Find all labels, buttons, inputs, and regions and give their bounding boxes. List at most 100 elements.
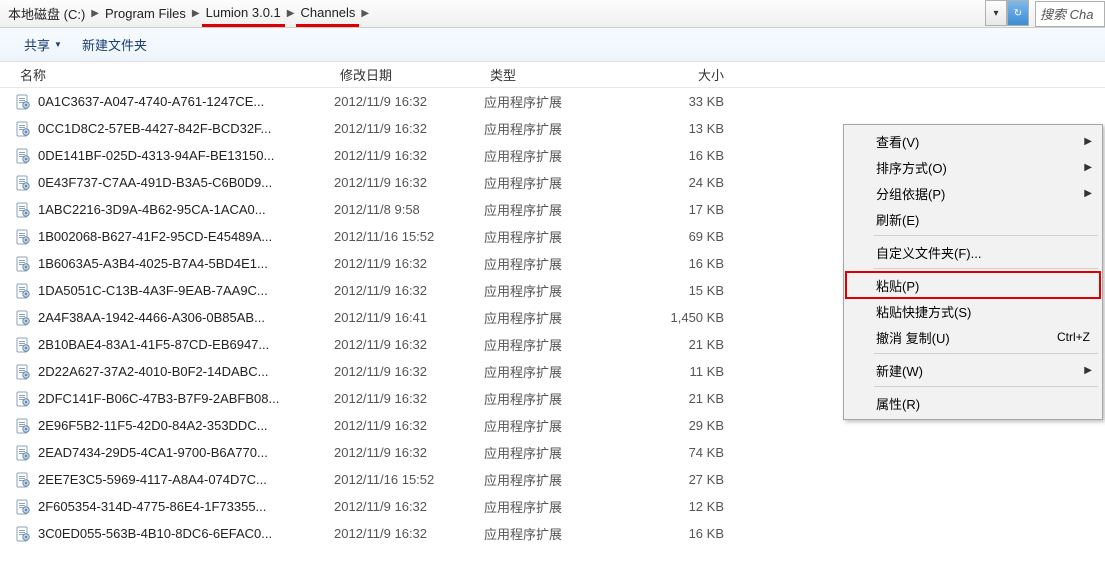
file-type: 应用程序扩展 — [484, 254, 624, 273]
file-name: 1B6063A5-A3B4-4025-B7A4-5BD4E1... — [38, 256, 334, 271]
share-label: 共享 — [24, 35, 50, 54]
file-type: 应用程序扩展 — [484, 173, 624, 192]
chevron-right-icon: ▶ — [1084, 188, 1092, 199]
chevron-right-icon[interactable]: ▶ — [89, 8, 101, 19]
chevron-right-icon[interactable]: ▶ — [190, 8, 202, 19]
new-folder-button[interactable]: 新建文件夹 — [72, 31, 157, 58]
file-type: 应用程序扩展 — [484, 389, 624, 408]
menu-group[interactable]: 分组依据(P) ▶ — [846, 180, 1100, 206]
table-row[interactable]: 3C0ED055-563B-4B10-8DC6-6EFAC0...2012/11… — [0, 520, 1105, 547]
file-icon — [14, 93, 32, 111]
file-icon — [14, 471, 32, 489]
breadcrumb[interactable]: 本地磁盘 (C:)▶Program Files▶Lumion 3.0.1▶Cha… — [0, 0, 985, 27]
menu-customize-folder[interactable]: 自定义文件夹(F)... — [846, 239, 1100, 265]
file-type: 应用程序扩展 — [484, 497, 624, 516]
toolbar: 共享 ▼ 新建文件夹 — [0, 28, 1105, 62]
menu-paste[interactable]: 粘贴(P) — [846, 272, 1100, 298]
menu-paste-shortcut[interactable]: 粘贴快捷方式(S) — [846, 298, 1100, 324]
file-size: 11 KB — [624, 364, 744, 379]
file-date: 2012/11/9 16:32 — [334, 499, 484, 514]
table-row[interactable]: 2F605354-314D-4775-86E4-1F73355...2012/1… — [0, 493, 1105, 520]
file-type: 应用程序扩展 — [484, 308, 624, 327]
file-name: 0A1C3637-A047-4740-A761-1247CE... — [38, 94, 334, 109]
menu-new[interactable]: 新建(W) ▶ — [846, 357, 1100, 383]
file-size: 24 KB — [624, 175, 744, 190]
file-icon — [14, 309, 32, 327]
chevron-right-icon: ▶ — [1084, 136, 1092, 147]
file-icon — [14, 363, 32, 381]
file-icon — [14, 174, 32, 192]
file-date: 2012/11/16 15:52 — [334, 229, 484, 244]
file-date: 2012/11/9 16:32 — [334, 391, 484, 406]
file-date: 2012/11/9 16:32 — [334, 121, 484, 136]
refresh-button[interactable]: ↻ — [1007, 0, 1029, 26]
file-name: 2D22A627-37A2-4010-B0F2-14DABC... — [38, 364, 334, 379]
context-menu: 查看(V) ▶ 排序方式(O) ▶ 分组依据(P) ▶ 刷新(E) 自定义文件夹… — [843, 124, 1103, 420]
file-name: 2EAD7434-29D5-4CA1-9700-B6A770... — [38, 445, 334, 460]
file-size: 21 KB — [624, 391, 744, 406]
file-name: 2DFC141F-B06C-47B3-B7F9-2ABFB08... — [38, 391, 334, 406]
file-name: 0E43F737-C7AA-491D-B3A5-C6B0D9... — [38, 175, 334, 190]
breadcrumb-item[interactable]: Program Files — [101, 0, 190, 27]
file-icon — [14, 390, 32, 408]
menu-properties[interactable]: 属性(R) — [846, 390, 1100, 416]
menu-separator — [874, 268, 1098, 269]
file-icon — [14, 120, 32, 138]
share-menu[interactable]: 共享 ▼ — [14, 31, 72, 58]
table-row[interactable]: 2EAD7434-29D5-4CA1-9700-B6A770...2012/11… — [0, 439, 1105, 466]
menu-undo-copy[interactable]: 撤消 复制(U) Ctrl+Z — [846, 324, 1100, 350]
file-type: 应用程序扩展 — [484, 146, 624, 165]
column-type[interactable]: 类型 — [484, 65, 624, 84]
file-name: 1ABC2216-3D9A-4B62-95CA-1ACA0... — [38, 202, 334, 217]
file-date: 2012/11/9 16:32 — [334, 283, 484, 298]
file-type: 应用程序扩展 — [484, 335, 624, 354]
breadcrumb-item[interactable]: Channels — [296, 0, 359, 27]
new-folder-label: 新建文件夹 — [82, 35, 147, 54]
search-input[interactable]: 搜索 Cha — [1035, 1, 1105, 27]
file-name: 2E96F5B2-11F5-42D0-84A2-353DDC... — [38, 418, 334, 433]
file-size: 17 KB — [624, 202, 744, 217]
chevron-right-icon[interactable]: ▶ — [359, 8, 371, 19]
chevron-right-icon: ▶ — [1084, 162, 1092, 173]
file-size: 27 KB — [624, 472, 744, 487]
file-type: 应用程序扩展 — [484, 416, 624, 435]
file-type: 应用程序扩展 — [484, 470, 624, 489]
file-icon — [14, 201, 32, 219]
file-type: 应用程序扩展 — [484, 281, 624, 300]
menu-sort[interactable]: 排序方式(O) ▶ — [846, 154, 1100, 180]
column-headers: 名称 修改日期 类型 大小 — [0, 62, 1105, 88]
file-size: 13 KB — [624, 121, 744, 136]
breadcrumb-item[interactable]: 本地磁盘 (C:) — [4, 0, 89, 27]
file-icon — [14, 498, 32, 516]
chevron-right-icon[interactable]: ▶ — [285, 8, 297, 19]
file-size: 21 KB — [624, 337, 744, 352]
history-dropdown-button[interactable]: ▾ — [985, 0, 1007, 26]
file-date: 2012/11/9 16:32 — [334, 445, 484, 460]
address-bar: 本地磁盘 (C:)▶Program Files▶Lumion 3.0.1▶Cha… — [0, 0, 1105, 28]
file-date: 2012/11/16 15:52 — [334, 472, 484, 487]
file-name: 1B002068-B627-41F2-95CD-E45489A... — [38, 229, 334, 244]
file-date: 2012/11/9 16:32 — [334, 175, 484, 190]
file-type: 应用程序扩展 — [484, 443, 624, 462]
file-type: 应用程序扩展 — [484, 92, 624, 111]
column-name[interactable]: 名称 — [14, 65, 334, 84]
table-row[interactable]: 0A1C3637-A047-4740-A761-1247CE...2012/11… — [0, 88, 1105, 115]
file-size: 12 KB — [624, 499, 744, 514]
breadcrumb-item[interactable]: Lumion 3.0.1 — [202, 0, 285, 27]
file-icon — [14, 417, 32, 435]
table-row[interactable]: 2EE7E3C5-5969-4117-A8A4-074D7C...2012/11… — [0, 466, 1105, 493]
shortcut-label: Ctrl+Z — [1057, 330, 1090, 344]
file-name: 1DA5051C-C13B-4A3F-9EAB-7AA9C... — [38, 283, 334, 298]
nav-buttons: ▾ ↻ — [985, 0, 1029, 27]
menu-view[interactable]: 查看(V) ▶ — [846, 128, 1100, 154]
menu-refresh[interactable]: 刷新(E) — [846, 206, 1100, 232]
column-date[interactable]: 修改日期 — [334, 65, 484, 84]
file-icon — [14, 228, 32, 246]
file-size: 16 KB — [624, 526, 744, 541]
caret-down-icon: ▼ — [54, 40, 62, 49]
file-name: 3C0ED055-563B-4B10-8DC6-6EFAC0... — [38, 526, 334, 541]
column-size[interactable]: 大小 — [624, 65, 744, 84]
menu-separator — [874, 386, 1098, 387]
file-icon — [14, 444, 32, 462]
file-date: 2012/11/9 16:41 — [334, 310, 484, 325]
